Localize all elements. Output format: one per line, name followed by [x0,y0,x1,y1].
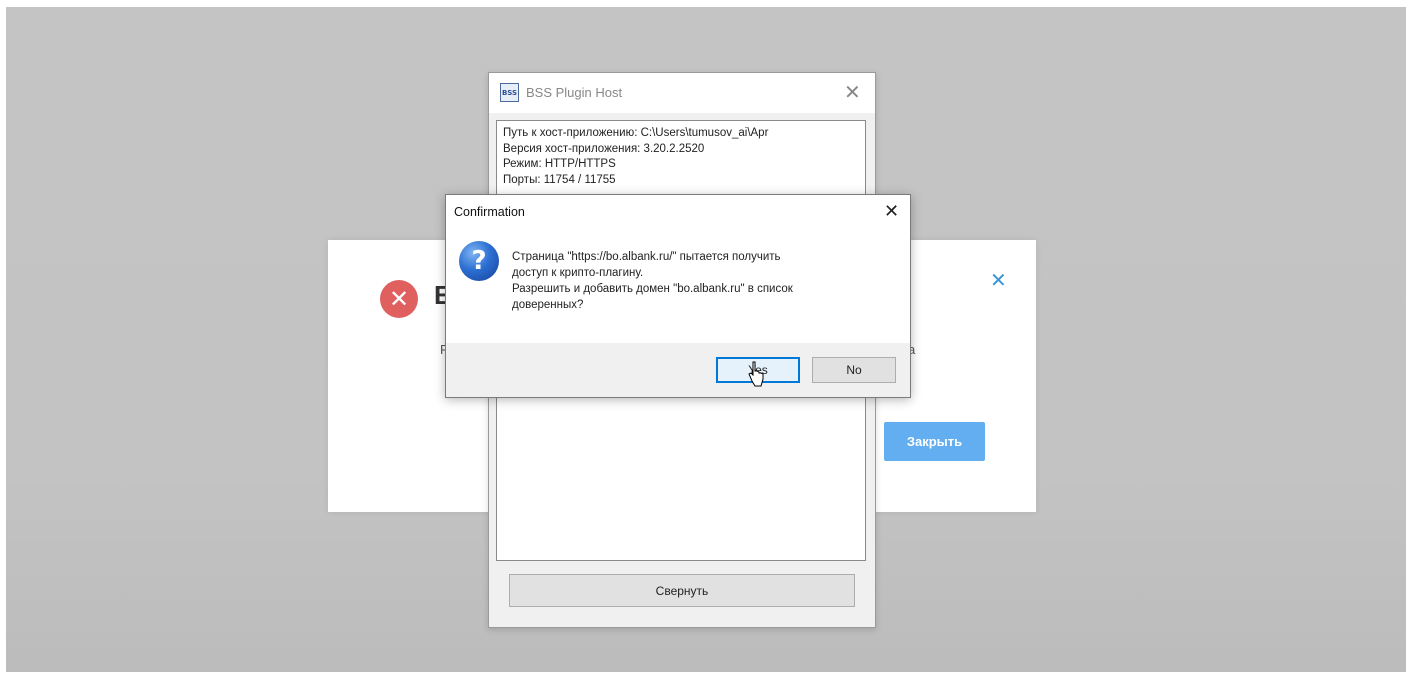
info-line-mode: Режим: HTTP/HTTPS [503,158,616,171]
info-line-ports: Порты: 11754 / 11755 [503,173,616,186]
dialog-footer: Yes No [446,343,910,397]
close-icon[interactable]: ✕ [884,201,899,222]
window-title: BSS Plugin Host [526,85,623,100]
collapse-button[interactable]: Свернуть [509,574,855,607]
hand-cursor-icon [748,361,764,387]
confirmation-dialog: Confirmation ✕ ? Страница "https://bo.al… [445,194,911,398]
dialog-title: Confirmation [454,205,525,219]
close-button[interactable]: Закрыть [884,422,985,461]
message-line: доступ к крипто-плагину. [512,267,644,279]
bss-logo-icon: BSS [500,83,519,102]
message-line: Разрешить и добавить домен "bo.albank.ru… [512,283,793,295]
question-icon: ? [459,241,499,281]
no-button[interactable]: No [812,357,896,383]
error-x-icon: ✕ [380,280,418,318]
close-icon[interactable]: ✕ [990,268,1007,292]
close-icon[interactable]: ✕ [844,80,861,104]
message-line: доверенных? [512,299,584,311]
bss-titlebar: BSS BSS Plugin Host ✕ [489,73,875,113]
info-line-version: Версия хост-приложения: 3.20.2.2520 [503,142,705,155]
message-line: Страница "https://bo.albank.ru/" пытаетс… [512,251,781,263]
info-line-path: Путь к хост-приложению: C:\Users\tumusov… [503,127,769,139]
confirmation-message: Страница "https://bo.albank.ru/" пытаетс… [512,249,902,313]
